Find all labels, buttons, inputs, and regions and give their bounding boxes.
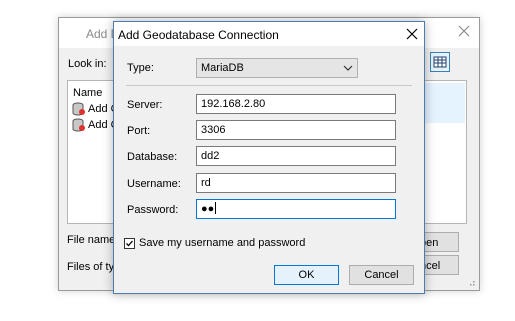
dialog-title: Add Geodatabase Connection bbox=[118, 28, 279, 42]
text-caret bbox=[215, 202, 217, 214]
add-geodatabase-connection-dialog: Add Geodatabase Connection Type: MariaDB… bbox=[113, 21, 425, 294]
save-credentials-checkbox[interactable] bbox=[124, 237, 135, 249]
server-label: Server: bbox=[127, 99, 163, 111]
list-item[interactable]: Add C bbox=[72, 118, 119, 132]
close-icon[interactable] bbox=[405, 27, 419, 41]
port-input[interactable]: 3306 bbox=[196, 120, 396, 140]
close-icon[interactable] bbox=[457, 24, 471, 38]
resize-grip-icon[interactable] bbox=[465, 276, 475, 286]
view-menu-button[interactable] bbox=[430, 52, 450, 72]
database-label: Database: bbox=[127, 151, 178, 163]
list-selection-highlight bbox=[421, 83, 465, 123]
save-credentials-label: Save my username and password bbox=[139, 237, 306, 249]
details-view-icon bbox=[433, 56, 447, 68]
type-select-value: MariaDB bbox=[201, 62, 244, 74]
type-select[interactable]: MariaDB bbox=[196, 58, 358, 78]
column-header-name[interactable]: Name bbox=[73, 87, 102, 99]
server-input[interactable]: 192.168.2.80 bbox=[196, 94, 396, 114]
password-label: Password: bbox=[127, 204, 179, 216]
database-icon bbox=[72, 118, 85, 132]
database-input[interactable]: dd2 bbox=[196, 146, 396, 166]
save-credentials-row[interactable]: Save my username and password bbox=[124, 237, 305, 249]
chevron-down-icon bbox=[343, 65, 353, 71]
password-masked-value: ●● bbox=[201, 203, 215, 215]
username-input[interactable]: rd bbox=[196, 173, 396, 193]
checkmark-icon bbox=[126, 240, 133, 246]
type-label: Type: bbox=[127, 62, 154, 74]
password-input[interactable]: ●● bbox=[196, 199, 396, 219]
look-in-label: Look in: bbox=[68, 58, 107, 70]
separator bbox=[126, 85, 412, 86]
cancel-button[interactable]: Cancel bbox=[349, 265, 414, 285]
port-label: Port: bbox=[127, 125, 151, 137]
file-name-label: File name: bbox=[67, 234, 119, 246]
username-label: Username: bbox=[127, 178, 181, 190]
dialog-titlebar: Add Geodatabase Connection bbox=[114, 22, 424, 46]
ok-button[interactable]: OK bbox=[274, 265, 339, 285]
database-icon bbox=[72, 102, 85, 116]
